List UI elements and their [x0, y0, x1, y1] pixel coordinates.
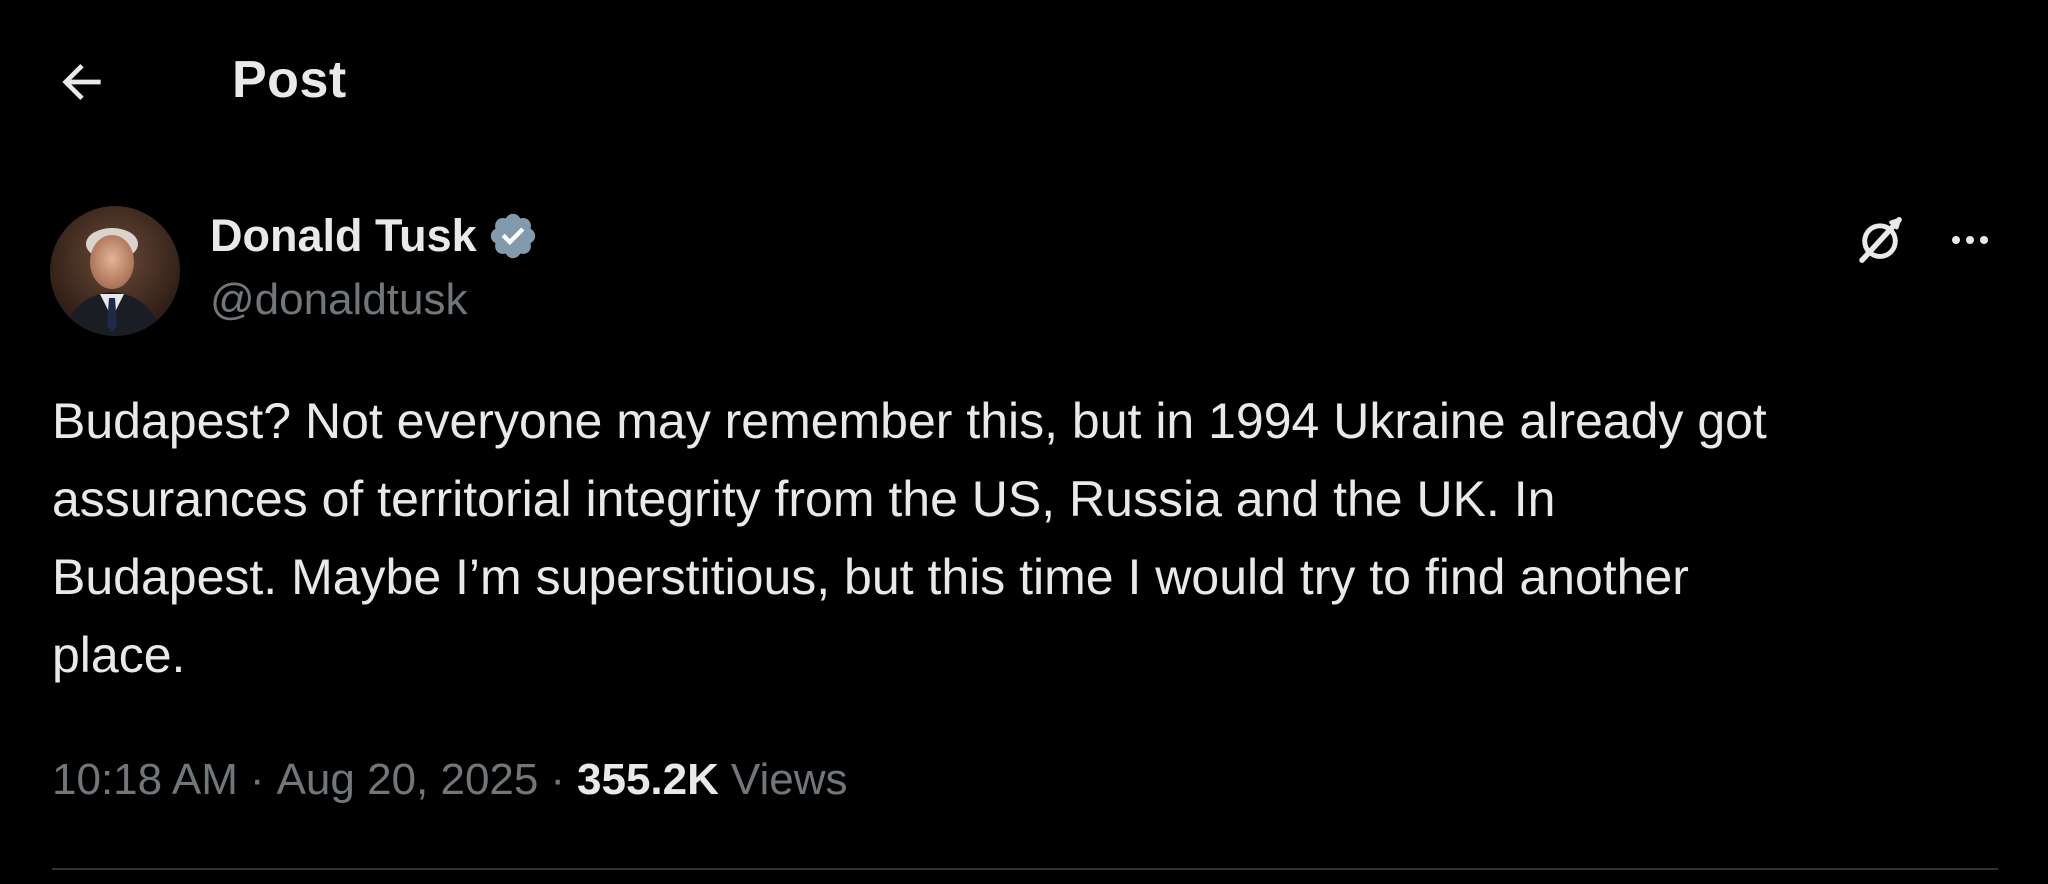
- back-button[interactable]: [50, 50, 114, 114]
- meta-separator: ·: [249, 755, 265, 804]
- avatar[interactable]: [50, 206, 180, 336]
- author-name-row: Donald Tusk: [210, 206, 539, 266]
- author-name[interactable]: Donald Tusk: [210, 210, 477, 262]
- avatar-photo: [50, 206, 180, 336]
- post-text: Budapest? Not everyone may remember this…: [52, 393, 1767, 683]
- views-label[interactable]: Views: [731, 755, 848, 805]
- arrow-left-icon: [62, 64, 101, 100]
- views-count[interactable]: 355.2K: [577, 755, 719, 805]
- grok-button[interactable]: [1850, 210, 1910, 270]
- page-title: Post: [232, 51, 347, 109]
- meta-separator: ·: [550, 755, 566, 804]
- more-options-button[interactable]: [1940, 210, 2000, 270]
- grok-icon: [1859, 217, 1902, 263]
- verified-badge-icon: [487, 210, 539, 262]
- post-page: Post Donald Tusk @donaldtusk Budapest? N…: [0, 0, 2048, 884]
- post-time[interactable]: 10:18 AM: [52, 755, 238, 805]
- more-horizontal-icon: [1952, 236, 1988, 244]
- author-handle[interactable]: @donaldtusk: [210, 270, 468, 330]
- divider: [52, 868, 1998, 870]
- post-date[interactable]: Aug 20, 2025: [277, 755, 539, 805]
- header: Post: [0, 0, 2048, 160]
- post-meta: 10:18 AM · Aug 20, 2025 · 355.2K Views: [52, 748, 847, 812]
